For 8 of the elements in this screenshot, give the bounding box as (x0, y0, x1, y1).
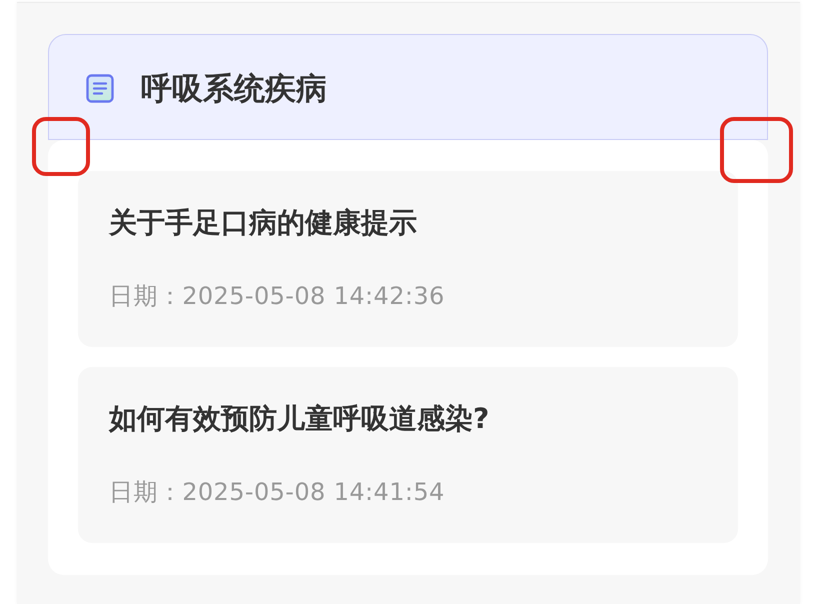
section-title: 呼吸系统疾病 (141, 70, 327, 108)
article-title: 关于手足口病的健康提示 (109, 207, 418, 239)
article-date: 日期：2025-05-08 14:41:54 (109, 477, 446, 508)
article-card[interactable]: 如何有效预防儿童呼吸道感染? 日期：2025-05-08 14:41:54 (78, 367, 738, 543)
document-icon (86, 74, 114, 103)
article-title: 如何有效预防儿童呼吸道感染? (109, 403, 490, 435)
article-date: 日期：2025-05-08 14:42:36 (109, 281, 446, 312)
article-card[interactable]: 关于手足口病的健康提示 日期：2025-05-08 14:42:36 (78, 171, 738, 347)
